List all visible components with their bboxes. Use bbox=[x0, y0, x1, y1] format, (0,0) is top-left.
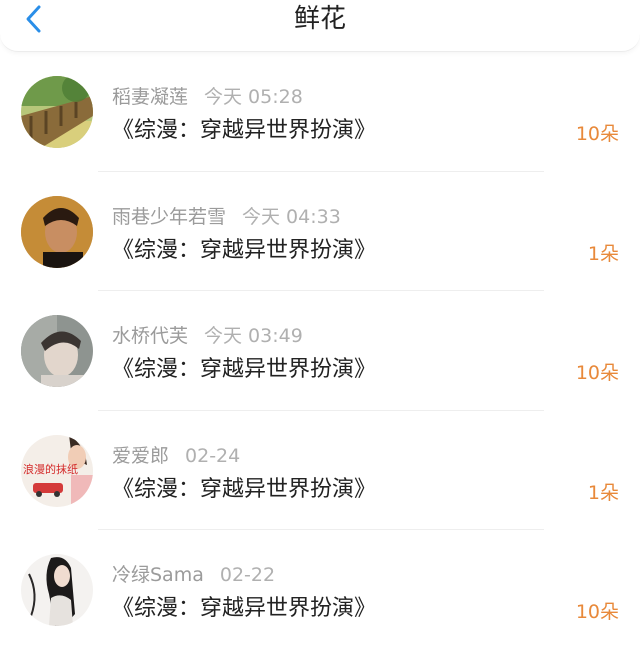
timestamp: 今天 03:49 bbox=[204, 325, 303, 347]
flower-count: 10朵 bbox=[575, 601, 619, 623]
flower-list: 稻妻凝莲 今天 05:28 《综漫：穿越异世界扮演》 10朵 雨巷少年若雪 今天 0… bbox=[0, 52, 640, 650]
flower-count: 1朵 bbox=[587, 242, 619, 265]
username[interactable]: 水桥代芙 bbox=[112, 325, 188, 347]
username[interactable]: 冷绿Sama bbox=[112, 564, 204, 586]
timestamp: 02-24 bbox=[185, 444, 241, 467]
timestamp: 今天 04:33 bbox=[242, 205, 341, 228]
book-title[interactable]: 《综漫：穿越异世界扮演》 bbox=[112, 471, 376, 503]
book-title[interactable]: 《综漫：穿越异世界扮演》 bbox=[112, 590, 376, 622]
chevron-left-icon bbox=[26, 5, 41, 33]
avatar[interactable] bbox=[21, 315, 93, 387]
avatar[interactable] bbox=[21, 76, 93, 148]
timestamp: 02-22 bbox=[219, 564, 276, 586]
list-item[interactable]: 水桥代芙 今天 03:49 《综漫：穿越异世界扮演》 10朵 bbox=[0, 291, 640, 411]
list-item[interactable]: 冷绿Sama 02-22 《综漫：穿越异世界扮演》 10朵 bbox=[0, 530, 640, 650]
back-button[interactable] bbox=[18, 2, 52, 36]
avatar[interactable] bbox=[21, 195, 93, 268]
page-title: 鲜花 bbox=[293, 4, 346, 34]
username[interactable]: 爱爱郎 bbox=[112, 445, 169, 467]
avatar[interactable]: 浪漫的抹纸 bbox=[21, 434, 93, 507]
flower-count: 10朵 bbox=[575, 123, 619, 145]
book-title[interactable]: 《综漫：穿越异世界扮演》 bbox=[112, 232, 376, 264]
list-item[interactable]: 稻妻凝莲 今天 05:28 《综漫：穿越异世界扮演》 10朵 bbox=[0, 52, 640, 172]
list-item[interactable]: 雨巷少年若雪 今天 04:33 《综漫：穿越异世界扮演》 1朵 bbox=[0, 172, 640, 291]
flower-count: 10朵 bbox=[575, 362, 619, 384]
book-title[interactable]: 《综漫：穿越异世界扮演》 bbox=[112, 351, 376, 383]
timestamp: 今天 05:28 bbox=[204, 86, 303, 108]
username[interactable]: 稻妻凝莲 bbox=[112, 86, 188, 108]
list-item[interactable]: 浪漫的抹纸 爱爱郎 02-24 《综漫：穿越异世界扮演》 1朵 bbox=[0, 411, 640, 530]
app-header: 鲜花 bbox=[0, 0, 640, 52]
flower-count: 1朵 bbox=[587, 481, 619, 504]
avatar[interactable] bbox=[21, 554, 93, 626]
username[interactable]: 雨巷少年若雪 bbox=[112, 206, 226, 228]
book-title[interactable]: 《综漫：穿越异世界扮演》 bbox=[112, 112, 376, 144]
avatar-text: 浪漫的抹纸 bbox=[23, 462, 78, 476]
